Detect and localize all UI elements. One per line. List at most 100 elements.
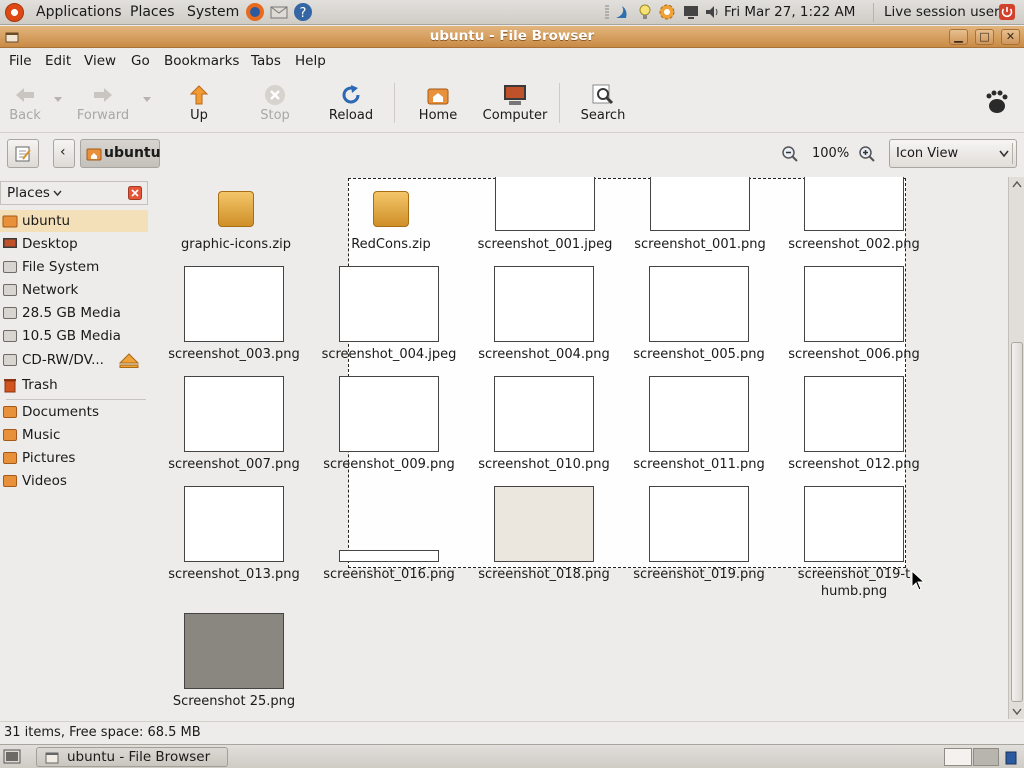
bulb-icon[interactable]	[635, 2, 655, 22]
archive-icon	[373, 191, 409, 227]
menu-go[interactable]: Go	[131, 53, 150, 69]
sidebar-item-label: Pictures	[22, 450, 76, 466]
menubar: File Edit View Go Bookmarks Tabs Help	[0, 49, 1024, 73]
sidebar-item-videos[interactable]: Videos	[0, 470, 148, 492]
ubuntu-logo-icon[interactable]	[5, 3, 24, 22]
computer-label: Computer	[482, 108, 548, 123]
sidebar-item-documents[interactable]: Documents	[0, 401, 148, 423]
menu-view[interactable]: View	[84, 53, 116, 69]
file-name: screenshot_006.png	[788, 347, 920, 362]
sidebar-item-label: ubuntu	[22, 213, 71, 229]
file-name: screenshot_019.png	[633, 567, 765, 582]
menu-help[interactable]: Help	[295, 53, 326, 69]
desktop-icon	[3, 238, 17, 248]
mail-icon[interactable]	[269, 2, 289, 22]
sidebar-item-pictures[interactable]: Pictures	[0, 447, 148, 469]
drive-icon	[3, 261, 17, 273]
zoom-out-icon[interactable]	[781, 145, 799, 163]
panel-handle-icon	[605, 5, 609, 19]
maximize-button[interactable]: □	[975, 29, 994, 45]
back-button[interactable]: Back	[2, 77, 48, 129]
stop-button[interactable]: Stop	[252, 77, 298, 129]
sidebar-item-desktop[interactable]: Desktop	[0, 233, 148, 255]
image-thumbnail	[494, 266, 594, 342]
folder-icon	[3, 429, 17, 441]
menu-file[interactable]: File	[9, 53, 32, 69]
scroll-down-icon[interactable]	[1012, 708, 1022, 716]
display-tray-icon[interactable]	[681, 2, 701, 22]
home-button[interactable]: Home	[412, 77, 464, 129]
image-thumbnail	[494, 376, 594, 452]
sidebar-item-ubuntu[interactable]: ubuntu	[0, 210, 148, 232]
toggle-location-button[interactable]	[7, 139, 39, 168]
clock[interactable]: Fri Mar 27, 1:22 AM	[724, 4, 855, 20]
places-menu[interactable]: Places	[130, 4, 175, 20]
help-icon[interactable]: ?	[293, 2, 313, 22]
sidebar-item-label: Network	[22, 282, 79, 298]
sidebar-item-music[interactable]: Music	[0, 424, 148, 446]
sidebar-item-trash[interactable]: Trash	[0, 374, 148, 396]
file-grid: RedCons.zip screenshot_001.jpeg screensh…	[156, 177, 1008, 719]
minimize-button[interactable]: ▁	[949, 29, 968, 45]
sidebar-item-network[interactable]: Network	[0, 279, 148, 301]
mouse-pointer-icon	[911, 570, 925, 591]
file-name: screenshot_007.png	[168, 457, 300, 472]
network-tray-icon[interactable]	[612, 2, 632, 22]
show-desktop-icon[interactable]	[3, 748, 21, 766]
side-pane: Places ubuntu Desktop File System Networ…	[0, 177, 148, 719]
sidebar-item-cdrw[interactable]: CD-RW/DV...	[0, 349, 148, 371]
window-titlebar[interactable]: ubuntu - File Browser ▁ □ ✕	[0, 26, 1024, 48]
volume-icon[interactable]	[703, 2, 723, 22]
stop-label: Stop	[260, 108, 290, 123]
back-history-arrow-icon[interactable]	[54, 97, 62, 102]
system-menu[interactable]: System	[187, 4, 239, 20]
image-thumbnail	[650, 177, 750, 231]
forward-history-arrow-icon[interactable]	[143, 97, 151, 102]
taskbar-window-label: ubuntu - File Browser	[67, 749, 211, 765]
power-icon[interactable]	[998, 3, 1016, 21]
sidebar-item-media-10[interactable]: 10.5 GB Media	[0, 325, 148, 347]
path-button-ubuntu[interactable]: ubuntu	[80, 139, 161, 168]
folder-icon	[3, 452, 17, 464]
folder-icon	[3, 406, 17, 418]
up-button[interactable]: Up	[175, 77, 223, 129]
vertical-scrollbar[interactable]	[1008, 177, 1024, 719]
image-thumbnail	[339, 266, 439, 342]
pane-splitter[interactable]	[148, 177, 156, 719]
zoom-level[interactable]: 100%	[812, 146, 849, 161]
sidebar-item-label: File System	[22, 259, 100, 275]
image-thumbnail	[649, 486, 749, 562]
workspace-2[interactable]	[973, 748, 999, 766]
computer-button[interactable]: Computer	[480, 77, 550, 129]
session-user[interactable]: Live session user	[884, 4, 1000, 20]
drive-icon	[3, 330, 17, 342]
menu-bookmarks[interactable]: Bookmarks	[164, 53, 239, 69]
menu-edit[interactable]: Edit	[45, 53, 71, 69]
scrollbar-thumb[interactable]	[1011, 342, 1023, 702]
firefox-icon[interactable]	[245, 2, 265, 22]
view-mode-select[interactable]: Icon View	[889, 139, 1017, 168]
workspace-1[interactable]	[944, 748, 972, 766]
taskbar-window-button[interactable]: ubuntu - File Browser	[36, 747, 228, 767]
update-gear-icon[interactable]	[657, 2, 677, 22]
sidebar-item-file-system[interactable]: File System	[0, 256, 148, 278]
places-header[interactable]: Places	[0, 181, 148, 205]
menu-tabs[interactable]: Tabs	[251, 53, 281, 69]
status-text: 31 items, Free space: 68.5 MB	[4, 725, 201, 740]
scroll-up-icon[interactable]	[1012, 180, 1022, 188]
search-button[interactable]: Search	[577, 77, 629, 129]
forward-button[interactable]: Forward	[74, 77, 132, 129]
applications-menu[interactable]: Applications	[36, 4, 122, 20]
close-pane-icon[interactable]	[128, 186, 142, 200]
image-thumbnail	[184, 376, 284, 452]
close-button[interactable]: ✕	[1001, 29, 1020, 45]
file-name: RedCons.zip	[351, 237, 431, 252]
eject-icon[interactable]	[118, 353, 140, 368]
reload-button[interactable]: Reload	[324, 77, 378, 129]
sidebar-item-media-28[interactable]: 28.5 GB Media	[0, 302, 148, 324]
stop-icon	[265, 85, 285, 105]
trash-icon	[4, 379, 16, 393]
path-scroll-left-button[interactable]: ‹	[53, 139, 75, 168]
trash-applet-icon[interactable]	[1002, 748, 1020, 766]
zoom-in-icon[interactable]	[858, 145, 876, 163]
